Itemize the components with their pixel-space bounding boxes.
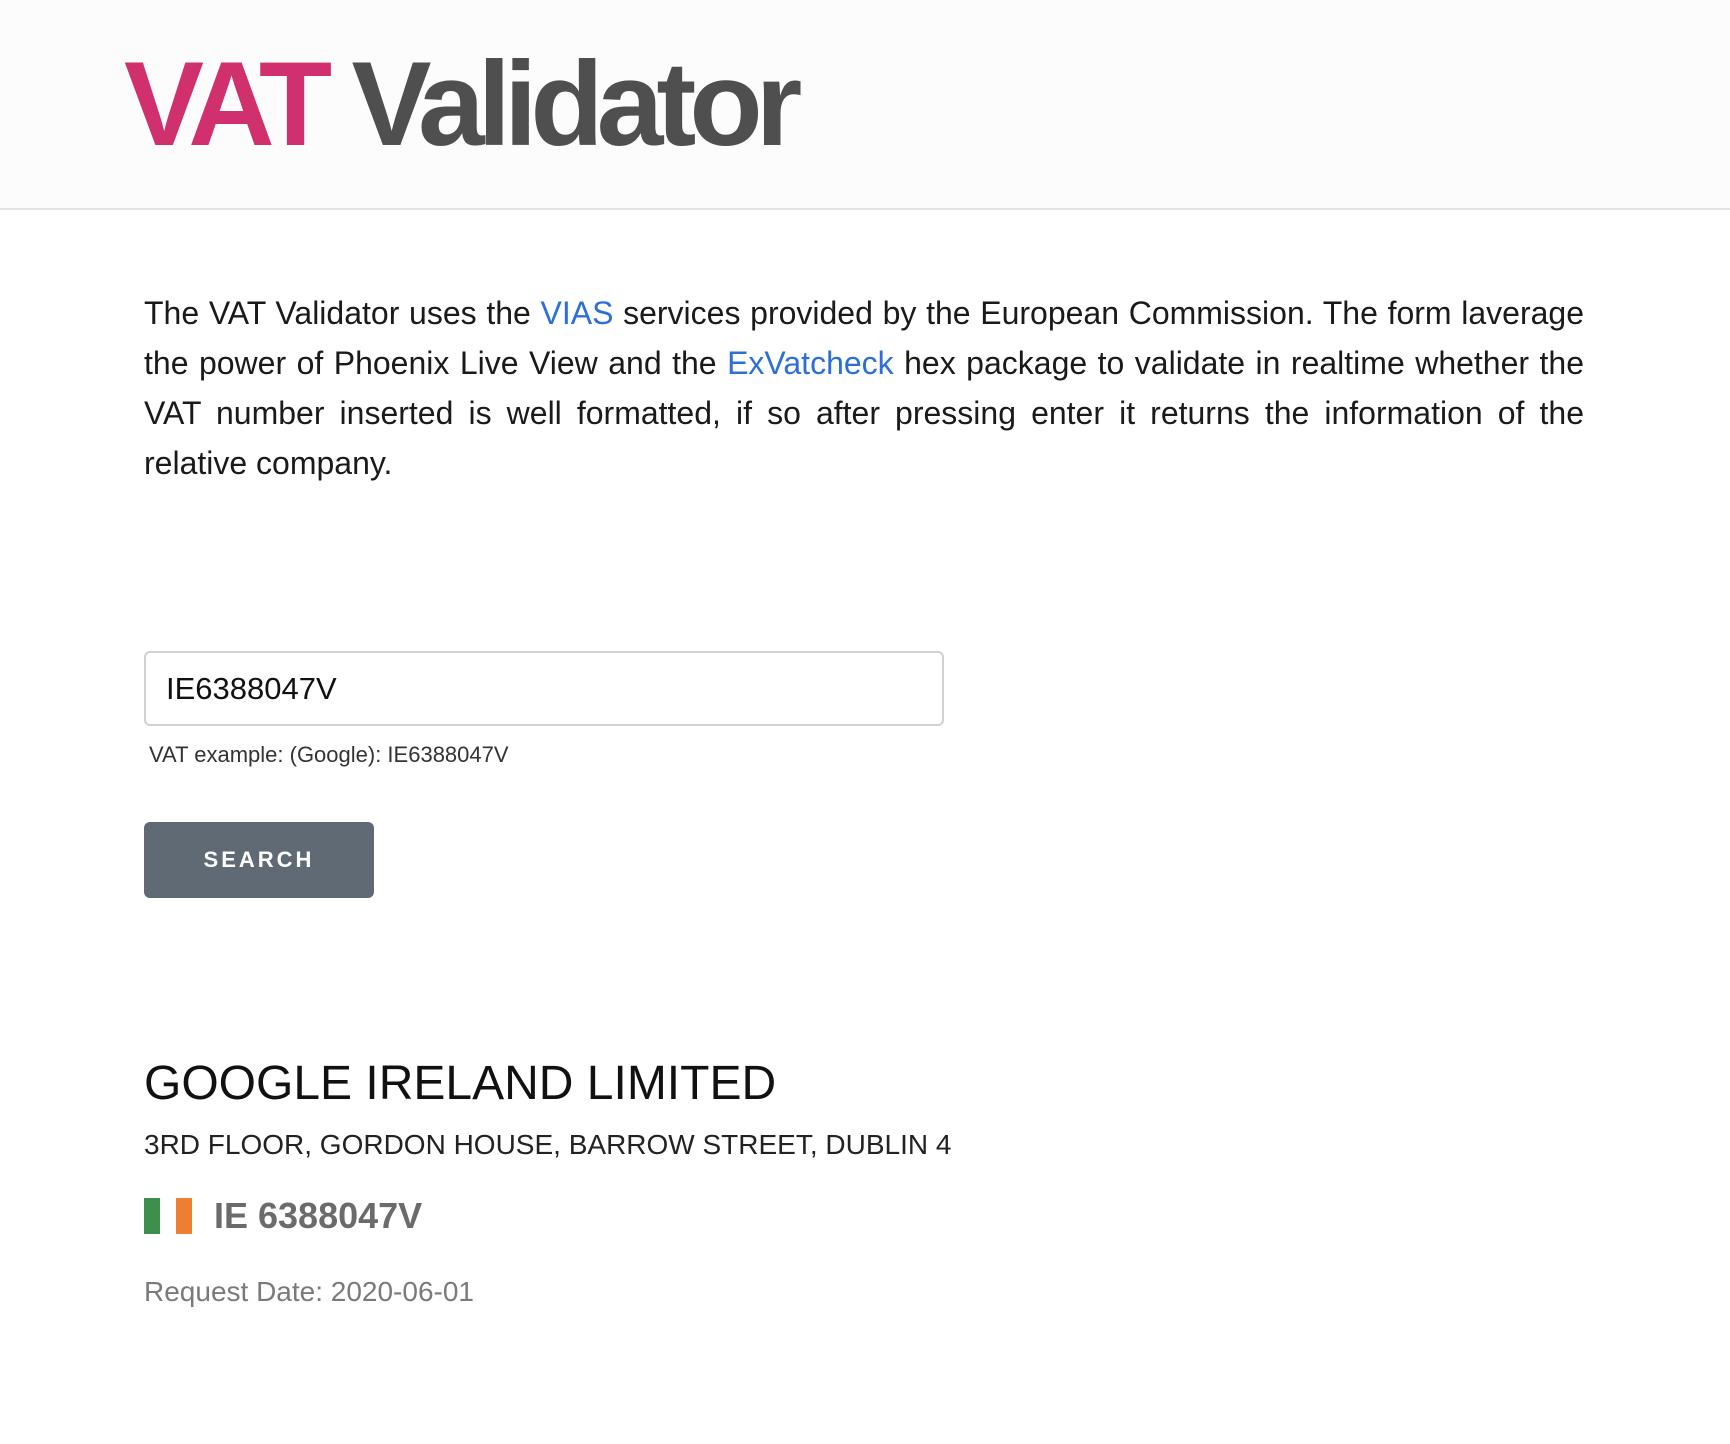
vat-example-hint: VAT example: (Google): IE6388047V	[149, 742, 509, 767]
vat-number-result: IE 6388047V	[214, 1195, 423, 1236]
vat-number-input[interactable]	[144, 651, 944, 726]
search-button[interactable]: SEARCH	[144, 822, 374, 898]
company-name: GOOGLE IRELAND LIMITED	[144, 1057, 777, 1110]
logo-vat-text: VAT	[124, 37, 332, 171]
flag-stripe-green	[144, 1198, 160, 1234]
company-address: 3RD FLOOR, GORDON HOUSE, BARROW STREET, …	[144, 1129, 952, 1160]
site-logo[interactable]: VAT Validator	[124, 44, 802, 164]
intro-text-1: The VAT Validator uses the	[144, 295, 541, 331]
flag-stripe-white	[160, 1198, 176, 1234]
vat-result-line: IE 6388047V	[144, 1195, 423, 1236]
request-date: Request Date: 2020-06-01	[144, 1276, 474, 1307]
flag-stripe-orange	[176, 1198, 192, 1234]
ireland-flag-icon	[144, 1198, 192, 1234]
logo-validator-text: Validator	[325, 37, 803, 171]
intro-paragraph: The VAT Validator uses the VIAS services…	[144, 288, 1584, 488]
vias-link[interactable]: VIAS	[540, 295, 613, 331]
site-header: VAT Validator	[0, 0, 1730, 210]
exvatcheck-link[interactable]: ExVatcheck	[727, 345, 894, 381]
